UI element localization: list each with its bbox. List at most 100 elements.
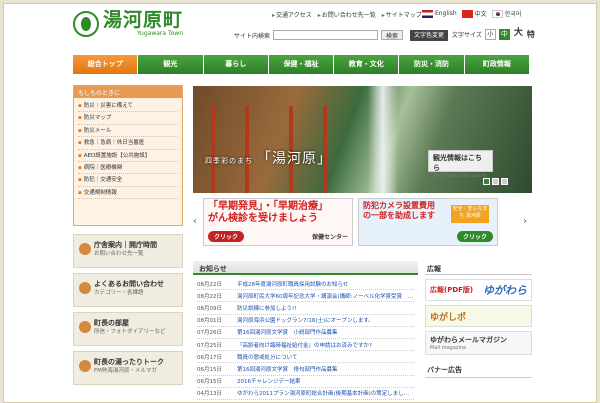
tourism-info-link[interactable]: 観光情報はこちら The details this place xyxy=(428,150,493,179)
banner-security-camera[interactable]: 防犯カメラ設置費用 の一部を助成します 安全・安心なまち 湯河原 クリック xyxy=(358,198,498,246)
lang-korean[interactable]: 한국어 xyxy=(491,9,521,18)
emergency-item[interactable]: 防災メール xyxy=(78,125,178,138)
news-link[interactable]: 第16回湯河原文学賞 小説部門作品募集 xyxy=(237,328,338,336)
news-link[interactable]: 防災訓練に参加しよう!! xyxy=(237,304,296,312)
news-item[interactable]: 06月17日 職員の懲戒処分について xyxy=(197,351,414,364)
news-link[interactable]: ゆがわら2011プラン湯河原町総合計画(後期基本計画)の策定しました。 xyxy=(237,389,414,397)
news-item[interactable]: 07月26日 第16回湯河原文学賞 小説部門作品募集 xyxy=(197,327,414,339)
news-item[interactable]: 04月13日 ゆがわら2011プラン湯河原町総合計画(後期基本計画)の策定しました… xyxy=(197,388,414,400)
news-link[interactable]: 平成28年度湯河原町職員採用試験のお知らせ xyxy=(237,280,348,288)
emergency-title: もしものときに xyxy=(74,86,182,98)
slide-dot[interactable] xyxy=(483,178,490,185)
news-item[interactable]: 08月22日 湯河原町民大学60周年記念大学・講演会(講師:ノーベル化学賞受賞 野… xyxy=(197,290,414,303)
card-title: 町長の湯ったりトーク xyxy=(94,358,164,366)
card-title: 庁舎案内｜開庁時間 xyxy=(94,241,157,249)
news-link[interactable]: 第16回湯河原文学賞 俳句部門作品募集 xyxy=(237,365,338,373)
news-item[interactable]: 07月25日 『高齢者向け臨時福祉給付金』の申請はお済みですか? xyxy=(197,339,414,352)
emergency-item[interactable]: 救急｜急病｜休日当番医 xyxy=(78,137,178,150)
hero-caption: 四季彩のまち 「湯河原」 xyxy=(205,148,332,168)
lang-english[interactable]: English xyxy=(422,9,457,18)
news-item[interactable]: 06月15日 2016チャレンジデー結果 xyxy=(197,376,414,388)
lang-chinese[interactable]: 中文 xyxy=(461,9,487,18)
emergency-item[interactable]: 病院｜医療機関 xyxy=(78,162,178,175)
pr-pdf-logo: ゆがわら xyxy=(483,284,527,297)
logo-title: 湯河原町 xyxy=(103,9,184,31)
slide-dot[interactable] xyxy=(501,178,508,185)
pr-pdf-label: 広報(PDF版) xyxy=(430,286,474,294)
search-button[interactable]: 検索 xyxy=(381,30,404,40)
page-frame: 湯河原町 Yugawara Town 交通アクセス お問い合わせ先一覧 サイトマ… xyxy=(3,3,597,403)
emergency-item[interactable]: 防災｜災害に備えて xyxy=(78,100,178,113)
emergency-item[interactable]: 防災マップ xyxy=(78,112,178,125)
hero-slideshow[interactable]: 四季彩のまち 「湯河原」 観光情報はこちら The details this pl… xyxy=(193,86,532,193)
news-item[interactable]: 06月15日 第16回湯河原文学賞 俳句部門作品募集 xyxy=(197,363,414,376)
color-mode-button[interactable]: 文字色変更 xyxy=(410,30,449,41)
slide-dot[interactable] xyxy=(492,178,499,185)
sidebar-card-faq[interactable]: よくあるお問い合わせ カテゴリー・各課語 xyxy=(73,273,183,307)
pr-title: 広報 xyxy=(425,261,532,275)
banner-note: 安全・安心なまち 湯河原 xyxy=(451,205,489,223)
toplink-sitemap[interactable]: サイトマップ xyxy=(382,10,422,19)
nav-disaster-fire[interactable]: 防災・消防 xyxy=(399,55,465,74)
news-date: 07月26日 xyxy=(197,330,222,337)
news-link[interactable]: 『高齢者向け臨時福祉給付金』の申請はお済みですか? xyxy=(237,341,372,349)
nav-tourism[interactable]: 観光 xyxy=(138,55,204,74)
chevron-right-icon[interactable]: › xyxy=(523,216,527,227)
site-logo[interactable]: 湯河原町 Yugawara Town xyxy=(73,10,183,37)
news-date: 08月09日 xyxy=(197,305,222,312)
news-date: 04月13日 xyxy=(197,391,222,398)
news-link[interactable]: 湯河原海浜公園ドッグラン7/16(土)にオープンします。 xyxy=(237,316,374,324)
nav-living[interactable]: 暮らし xyxy=(203,55,269,74)
mail-magazine-link[interactable]: ゆがわらメールマガジン Mail magazine xyxy=(425,331,532,355)
news-link[interactable]: 職員の懲戒処分について xyxy=(237,353,297,361)
card-subtitle: 所信・フォトダイアリーなど xyxy=(94,329,166,335)
toplink-access[interactable]: 交通アクセス xyxy=(272,10,312,19)
sidebar-card-mayor-talk[interactable]: 町長の湯ったりトーク FM熱海湯河原・メルマガ xyxy=(73,351,183,385)
tourism-info-sub: The details this place xyxy=(433,173,487,179)
china-flag-icon xyxy=(461,9,473,18)
banner-click-pill: クリック xyxy=(208,231,245,242)
us-flag-icon xyxy=(422,9,433,18)
mail-magazine-sub: Mail magazine xyxy=(430,345,467,351)
building-icon xyxy=(79,243,91,255)
banner-carousel: ‹ 「早期発見」・「早期治療」 がん検診を受けましょう クリック 保健センター … xyxy=(193,196,532,252)
nav-education-culture[interactable]: 教育・文化 xyxy=(334,55,400,74)
emergency-item[interactable]: 防犯｜交通安全 xyxy=(78,174,178,187)
nav-health-welfare[interactable]: 保健・福祉 xyxy=(268,55,335,74)
lang-english-label: English xyxy=(435,10,457,17)
banner-cancer-screening[interactable]: 「早期発見」・「早期治療」 がん検診を受けましょう クリック 保健センター xyxy=(203,198,353,246)
chevron-left-icon[interactable]: ‹ xyxy=(193,216,197,227)
news-item[interactable]: 08月22日 平成28年度湯河原町職員採用試験のお知らせ xyxy=(197,278,414,291)
font-size-label: 文字サイズ xyxy=(452,32,482,39)
toplink-contacts[interactable]: お問い合わせ先一覧 xyxy=(318,10,376,19)
language-switcher: English 中文 한국어 xyxy=(422,9,521,18)
news-item[interactable]: 08月01日 湯河原海浜公園ドッグラン7/16(土)にオープンします。 xyxy=(197,315,414,327)
site-search: サイト内検索 検索 xyxy=(234,30,404,40)
slide-indicators xyxy=(483,178,508,185)
nav-town-admin[interactable]: 町政情報 xyxy=(464,55,529,74)
blog-link[interactable]: ゆがしポ xyxy=(425,305,532,327)
hero-caption-small: 四季彩のまち xyxy=(205,157,253,165)
news-item[interactable]: 08月09日 防災訓練に参加しよう!! xyxy=(197,302,414,315)
search-input[interactable] xyxy=(273,30,379,40)
sidebar-card-office[interactable]: 庁舎案内｜開庁時間 お問い合わせ先一覧 xyxy=(73,234,183,268)
font-size-small-button[interactable]: 小 xyxy=(484,29,496,40)
font-size-extra-button[interactable]: 特 xyxy=(527,29,535,40)
news-link[interactable]: 2016チャレンジデー結果 xyxy=(237,377,300,385)
font-size-large-button[interactable]: 大 xyxy=(513,29,524,40)
news-list: 08月22日 平成28年度湯河原町職員採用試験のお知らせ 08月22日 湯河原町民大… xyxy=(193,275,418,402)
korea-flag-icon xyxy=(491,9,503,18)
pr-pdf-link[interactable]: 広報(PDF版) ゆがわら xyxy=(425,279,532,301)
waterfall-image xyxy=(368,86,398,193)
emergency-item[interactable]: 交通規制情報 xyxy=(78,187,178,200)
nav-top[interactable]: 総合トップ xyxy=(73,55,139,74)
search-label: サイト内検索 xyxy=(234,32,271,40)
lang-chinese-label: 中文 xyxy=(474,11,487,18)
sidebar-card-mayor-room[interactable]: 町長の部屋 所信・フォトダイアリーなど xyxy=(73,312,183,346)
news-link[interactable]: 湯河原町民大学60周年記念大学・講演会(講師:ノーベル化学賞受賞 野依良治先生)… xyxy=(237,292,414,300)
global-nav: 総合トップ 観光 暮らし 保健・福祉 教育・文化 防災・消防 町政情報 xyxy=(73,55,529,74)
person-icon xyxy=(79,321,91,333)
emergency-item[interactable]: AED設置施設【公共施設】 xyxy=(78,150,178,162)
banner-line: 「早期発見」・「早期治療」 xyxy=(208,201,328,212)
font-size-medium-button[interactable]: 中 xyxy=(498,29,510,40)
